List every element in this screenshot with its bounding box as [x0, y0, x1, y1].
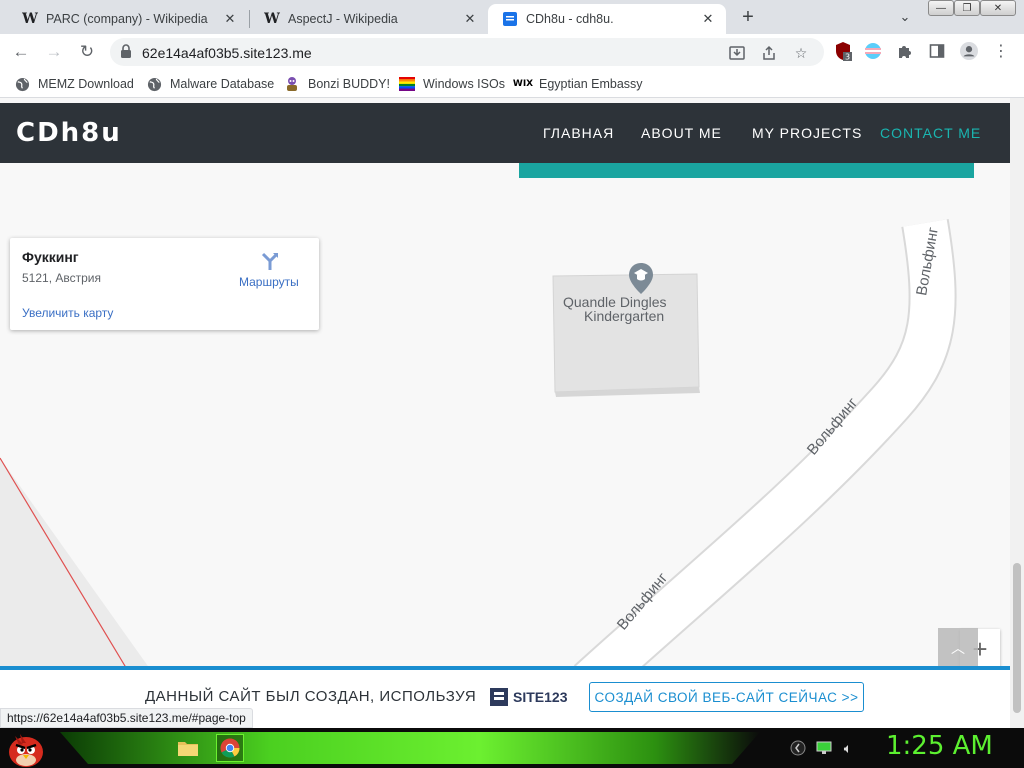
- tab-search-icon[interactable]: ⌄: [894, 8, 916, 26]
- wikipedia-icon: W: [22, 11, 38, 27]
- chrome-taskbar-icon[interactable]: [216, 734, 244, 762]
- close-icon[interactable]: ✕: [700, 11, 716, 27]
- browser-toolbar: ← → ↻ 62e14a4af03b5.site123.me ☆ 3 ⋮: [0, 34, 1024, 70]
- ublock-extension-icon[interactable]: 3: [834, 42, 852, 62]
- tab-cdh8u[interactable]: CDh8u - cdh8u. ✕: [488, 4, 726, 34]
- rainbow-flag-icon: [399, 76, 415, 92]
- status-url-bubble: https://62e14a4af03b5.site123.me/#page-t…: [0, 708, 253, 728]
- close-window-button[interactable]: ✕: [980, 0, 1016, 16]
- banner-text: ДАННЫЙ САЙТ БЫЛ СОЗДАН, ИСПОЛЬЗУЯ: [145, 688, 477, 705]
- close-icon[interactable]: ✕: [222, 11, 238, 27]
- map-info-card: Фуккинг 5121, Австрия Увеличить карту Ма…: [10, 238, 319, 330]
- tab-title: PARC (company) - Wikipedia: [46, 12, 208, 26]
- extensions-puzzle-icon[interactable]: [896, 42, 914, 60]
- reload-button[interactable]: ↻: [75, 40, 99, 64]
- scrollbar-thumb[interactable]: [1013, 563, 1021, 713]
- taskbar-clock[interactable]: 1:25 AM: [886, 731, 993, 761]
- side-panel-icon[interactable]: [928, 42, 946, 60]
- bookmark-label: Bonzi BUDDY!: [308, 77, 390, 91]
- bonzi-icon: [284, 76, 300, 92]
- profile-avatar-icon[interactable]: [960, 42, 978, 60]
- nav-about-me[interactable]: ABOUT ME: [641, 125, 722, 141]
- directions-icon[interactable]: [259, 250, 281, 272]
- pride-extension-icon[interactable]: [864, 42, 882, 60]
- bookmark-memz[interactable]: MEMZ Download: [14, 75, 134, 93]
- globe-icon: [146, 76, 162, 92]
- nav-my-projects[interactable]: MY PROJECTS: [752, 125, 862, 141]
- svg-text:3: 3: [845, 53, 850, 62]
- embedded-map[interactable]: Quandle Dingles Kindergarten Вольфинг Во…: [0, 163, 1010, 683]
- bookmark-bonzi-buddy[interactable]: Bonzi BUDDY!: [284, 75, 390, 93]
- tab-title: AspectJ - Wikipedia: [288, 12, 398, 26]
- forward-button[interactable]: →: [42, 40, 66, 64]
- bookmark-label: Windows ISOs: [423, 77, 505, 91]
- new-tab-button[interactable]: +: [736, 6, 760, 28]
- nav-home[interactable]: ГЛАВНАЯ: [543, 125, 614, 141]
- angry-bird-start-icon[interactable]: [6, 730, 46, 768]
- tab-parc[interactable]: W PARC (company) - Wikipedia ✕: [8, 4, 248, 34]
- back-button[interactable]: ←: [9, 40, 33, 64]
- star-icon[interactable]: ☆: [792, 44, 810, 62]
- poi-label[interactable]: Quandle Dingles: [563, 295, 667, 309]
- page-scrollbar[interactable]: [1010, 98, 1024, 728]
- bookmark-label: Egyptian Embassy: [539, 77, 643, 91]
- bookmark-egyptian-embassy[interactable]: WIX Egyptian Embassy: [512, 75, 643, 93]
- restore-button[interactable]: ❐: [954, 0, 980, 16]
- bookmark-windows-isos[interactable]: Windows ISOs: [399, 75, 505, 93]
- place-name: Фуккинг: [22, 249, 79, 265]
- address-bar[interactable]: 62e14a4af03b5.site123.me ☆: [110, 38, 824, 66]
- place-address: 5121, Австрия: [22, 271, 101, 285]
- lock-icon[interactable]: [120, 44, 132, 58]
- enlarge-map-link[interactable]: Увеличить карту: [22, 306, 113, 320]
- poi-label[interactable]: Kindergarten: [584, 309, 664, 323]
- tab-strip: W PARC (company) - Wikipedia ✕ W AspectJ…: [0, 0, 1024, 34]
- site123-mark-icon: [490, 688, 508, 706]
- tab-title: CDh8u - cdh8u.: [526, 12, 614, 26]
- nav-contact-me[interactable]: CONTACT ME: [880, 125, 981, 141]
- os-taskbar: 🔈︎ 1:25 AM: [0, 728, 1024, 768]
- url-text: 62e14a4af03b5.site123.me: [142, 45, 312, 61]
- file-explorer-icon[interactable]: [174, 734, 202, 762]
- close-icon[interactable]: ✕: [462, 11, 478, 27]
- bookmark-label: Malware Database: [170, 77, 275, 91]
- bookmarks-bar: MEMZ Download Malware Database Bonzi BUD…: [0, 70, 1024, 98]
- network-icon[interactable]: [816, 740, 832, 756]
- taskbar-glow: [60, 732, 760, 764]
- install-icon[interactable]: [728, 44, 746, 62]
- page-viewport: Quandle Dingles Kindergarten Вольфинг Во…: [0, 98, 1010, 728]
- scroll-to-top-button[interactable]: ︿: [938, 628, 978, 668]
- create-website-button[interactable]: СОЗДАЙ СВОЙ ВЕБ-САЙТ СЕЙЧАС >>: [589, 682, 864, 712]
- globe-icon: [14, 76, 30, 92]
- bookmark-malware-database[interactable]: Malware Database: [146, 75, 274, 93]
- site-header: CDh8u ГЛАВНАЯ ABOUT ME MY PROJECTS CONTA…: [0, 103, 1010, 163]
- site123-logo[interactable]: SITE123: [490, 688, 567, 706]
- tab-aspectj[interactable]: W AspectJ - Wikipedia ✕: [250, 4, 488, 34]
- bookmark-label: MEMZ Download: [38, 77, 134, 91]
- site-logo[interactable]: CDh8u: [16, 118, 122, 148]
- site123-brand: SITE123: [513, 689, 568, 705]
- directions-link[interactable]: Маршруты: [239, 275, 299, 289]
- menu-kebab-icon[interactable]: ⋮: [992, 42, 1010, 60]
- wikipedia-icon: W: [264, 11, 280, 27]
- volume-icon[interactable]: 🔈︎: [840, 740, 856, 756]
- share-icon[interactable]: [760, 44, 778, 62]
- wix-icon: WIX: [512, 79, 534, 89]
- site123-icon: [502, 11, 518, 27]
- minimize-button[interactable]: —: [928, 0, 954, 16]
- tray-expand-icon[interactable]: [790, 740, 806, 756]
